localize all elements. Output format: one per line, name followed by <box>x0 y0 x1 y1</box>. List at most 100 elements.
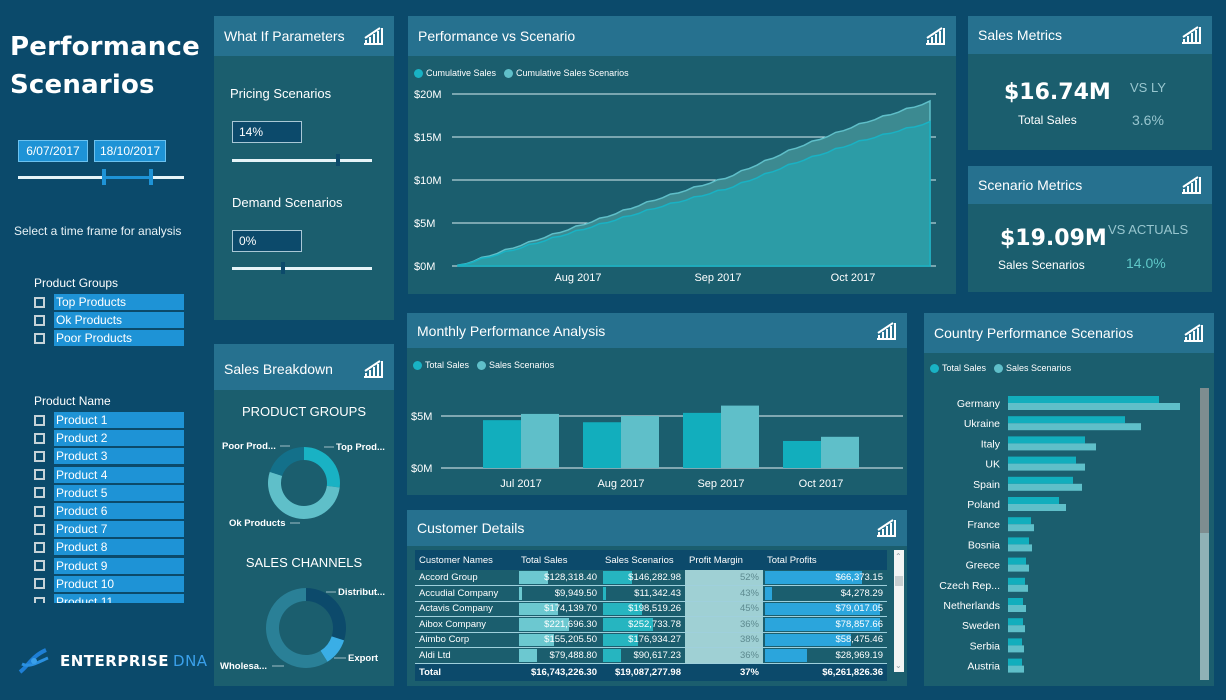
column-header[interactable]: Total Profits <box>763 550 887 570</box>
slicer-item[interactable]: Product 1 <box>34 412 184 428</box>
y-tick-label: $0M <box>414 261 435 273</box>
slicer-item[interactable]: Product 9 <box>34 557 184 574</box>
y-tick-label: $5M <box>411 411 432 423</box>
scrollbar-thumb[interactable] <box>895 576 903 586</box>
slicer-item[interactable]: Product 7 <box>34 521 184 538</box>
date-range-start-handle[interactable] <box>102 169 106 185</box>
date-range-end-handle[interactable] <box>149 169 153 185</box>
country-scrollbar-thumb[interactable] <box>1200 388 1209 533</box>
bar-sales-scenarios <box>1008 605 1026 612</box>
table-cell: $78,857.66 <box>763 616 887 633</box>
country-scrollbar[interactable] <box>1200 388 1209 680</box>
slicer-item-label: Product 4 <box>54 466 184 483</box>
checkbox[interactable] <box>34 505 45 517</box>
checkbox[interactable] <box>34 414 45 426</box>
table-total-row: Total $16,743,226.30 $19,087,277.98 37% $6,2… <box>415 663 887 681</box>
scroll-down-icon[interactable]: ⌄ <box>895 661 902 670</box>
column-header[interactable]: Total Sales <box>517 550 601 570</box>
legend-dot <box>477 360 487 370</box>
slicer-item[interactable]: Poor Products <box>34 330 184 347</box>
checkbox[interactable] <box>34 578 45 590</box>
slicer-item[interactable]: Product 6 <box>34 503 184 519</box>
pricing-scenarios-input[interactable]: 14% <box>232 121 302 143</box>
slicer-item[interactable]: Top Products <box>34 294 184 310</box>
chart-icon[interactable] <box>924 26 946 46</box>
table-row[interactable]: Accudial Company $9,949.50 $11,342.43 43% $4… <box>415 585 887 602</box>
table-cell: 45% <box>685 601 763 617</box>
pricing-scenarios-slider-thumb[interactable] <box>335 154 340 166</box>
slicer-item[interactable]: Product 3 <box>34 448 184 465</box>
table-row[interactable]: Accord Group $128,318.40 $146,282.98 52% $66… <box>415 570 887 586</box>
checkbox[interactable] <box>34 332 45 344</box>
slicer-item-label: Poor Products <box>54 330 184 347</box>
checkbox[interactable] <box>34 596 45 603</box>
bar-total-sales <box>1008 598 1023 605</box>
checkbox[interactable] <box>34 541 45 553</box>
pricing-scenarios-label: Pricing Scenarios <box>230 86 332 101</box>
table-scrollbar[interactable]: ⌃ ⌄ <box>894 550 904 672</box>
chart-icon[interactable] <box>875 518 897 538</box>
column-header[interactable]: Customer Names <box>415 550 517 570</box>
slicer-item-label: Ok Products <box>54 312 184 329</box>
chart-icon[interactable] <box>875 321 897 341</box>
chart-icon[interactable] <box>1182 323 1204 343</box>
slicer-item[interactable]: Product 10 <box>34 575 184 592</box>
table-row[interactable]: Aibox Company $221,696.30 $252,733.78 36% $7… <box>415 616 887 633</box>
slicer-item[interactable]: Product 5 <box>34 484 184 501</box>
performance-vs-scenario-header: Performance vs Scenario <box>408 16 956 56</box>
slicer-item[interactable]: Product 11 <box>34 594 184 603</box>
slicer-item[interactable]: Product 4 <box>34 466 184 483</box>
table-cell: 38% <box>685 632 763 648</box>
checkbox[interactable] <box>34 487 45 499</box>
date-range-slider-track[interactable] <box>18 176 184 179</box>
cell-value: $198,519.26 <box>628 603 681 615</box>
chart-icon[interactable] <box>362 359 384 379</box>
checkbox[interactable] <box>34 450 45 462</box>
checkbox[interactable] <box>34 296 45 308</box>
column-header[interactable]: Sales Scenarios <box>601 550 685 570</box>
pricing-scenarios-slider[interactable] <box>232 159 372 162</box>
demand-scenarios-slider[interactable] <box>232 267 372 270</box>
slicer-item[interactable]: Product 8 <box>34 539 184 556</box>
checkbox[interactable] <box>34 560 45 572</box>
x-tick-label: Sep 2017 <box>694 272 741 284</box>
donut-label: Ok Products <box>229 518 286 529</box>
demand-scenarios-input[interactable]: 0% <box>232 230 302 252</box>
table-header-row: Customer Names Total Sales Sales Scenari… <box>415 550 887 570</box>
start-date-input[interactable]: 6/07/2017 <box>18 140 88 162</box>
vs-ly-label: VS LY <box>1130 80 1166 95</box>
column-header[interactable]: Profit Margin <box>685 550 763 570</box>
checkbox[interactable] <box>34 314 45 326</box>
y-tick-label: $15M <box>414 132 442 144</box>
table-cell: $198,519.26 <box>601 601 685 617</box>
product-groups-label: Product Groups <box>34 276 119 290</box>
chart-icon[interactable] <box>1180 25 1202 45</box>
checkbox[interactable] <box>34 469 45 481</box>
scenario-metrics-panel: Scenario Metrics $19.09M Sales Scenarios… <box>968 166 1212 292</box>
bar-total-sales <box>1008 396 1159 403</box>
cell-value: $78,857.66 <box>835 618 883 630</box>
demand-scenarios-slider-thumb[interactable] <box>281 262 285 274</box>
cell-value: Aimbo Corp <box>419 634 470 646</box>
bar-total-sales <box>1008 517 1031 525</box>
slicer-item[interactable]: Product 2 <box>34 430 184 447</box>
data-bar <box>765 587 773 600</box>
bar-total-sales <box>583 422 621 468</box>
table-row[interactable]: Aimbo Corp $155,205.50 $176,934.27 38% $58,4… <box>415 632 887 648</box>
checkbox[interactable] <box>34 523 45 535</box>
table-cell: $146,282.98 <box>601 570 685 586</box>
chart-icon[interactable] <box>362 26 384 46</box>
cell-value: $9,949.50 <box>554 587 597 599</box>
slicer-item[interactable]: Ok Products <box>34 312 184 329</box>
checkbox[interactable] <box>34 432 45 444</box>
table-row[interactable]: Aldi Ltd $79,488.80 $90,617.23 36% $28,969.1… <box>415 647 887 664</box>
table-row[interactable]: Actavis Company $174,139.70 $198,519.26 45%… <box>415 601 887 617</box>
chart-icon[interactable] <box>1180 175 1202 195</box>
product-name-slicer[interactable]: Product 1 Product 2 Product 3 Product 4 Prod… <box>0 412 200 603</box>
demand-scenarios-label: Demand Scenarios <box>232 195 343 210</box>
donut-label: Top Prod... <box>336 442 385 453</box>
scroll-up-icon[interactable]: ⌃ <box>895 552 902 561</box>
cell-value: $174,139.70 <box>544 603 597 615</box>
end-date-input[interactable]: 18/10/2017 <box>94 140 166 162</box>
cell-value: $252,733.78 <box>628 618 681 630</box>
